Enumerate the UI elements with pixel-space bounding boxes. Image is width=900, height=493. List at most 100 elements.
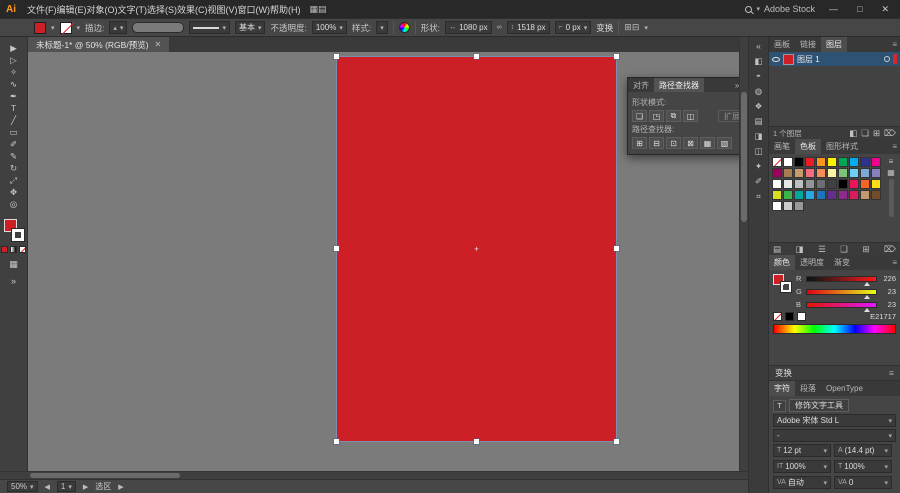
selection-handle[interactable]	[473, 54, 479, 59]
tab-character[interactable]: 字符	[769, 381, 795, 396]
scale-tool[interactable]: ⤢	[3, 174, 25, 186]
stroke-swatch[interactable]	[11, 229, 24, 241]
pencil-tool[interactable]: ✎	[3, 150, 25, 162]
tab-graphic-styles[interactable]: 图形样式	[821, 139, 863, 154]
swatch[interactable]	[794, 179, 804, 189]
selection-handle[interactable]	[334, 246, 339, 251]
black-swatch[interactable]	[785, 312, 794, 321]
swatch[interactable]	[783, 201, 793, 211]
status-flyout-icon[interactable]: ▶	[118, 483, 123, 491]
tab-gradient[interactable]: 渐变	[829, 255, 855, 270]
screen-mode-icon[interactable]: »	[11, 276, 16, 286]
swatch[interactable]	[805, 157, 815, 167]
swatch[interactable]	[783, 168, 793, 178]
more-options-icon[interactable]: ▾	[644, 24, 648, 32]
vertical-scrollbar-thumb[interactable]	[741, 92, 747, 222]
white-swatch[interactable]	[797, 312, 806, 321]
close-button[interactable]: ✕	[876, 4, 894, 15]
swatch[interactable]	[772, 201, 782, 211]
touch-type-button[interactable]: 修饰文字工具	[789, 399, 849, 412]
swatch[interactable]	[871, 157, 881, 167]
swatch[interactable]	[783, 157, 793, 167]
transform-button[interactable]: 变换	[596, 22, 613, 34]
swatch[interactable]	[772, 179, 782, 189]
swatch[interactable]	[838, 157, 848, 167]
none-button[interactable]	[19, 246, 26, 253]
brushes-panel-icon[interactable]: ✐	[751, 175, 767, 187]
brush-preview[interactable]	[132, 22, 185, 33]
document-tab[interactable]: 未标题-1* @ 50% (RGB/预览) ✕	[28, 37, 170, 52]
color-button[interactable]	[1, 246, 8, 253]
color-themes-icon[interactable]: ◨	[796, 244, 804, 255]
character-field-right[interactable]: T 100% ▾	[834, 460, 892, 473]
exclude-icon[interactable]: ◫	[683, 110, 698, 122]
stroke-width-field[interactable]: ▴ ▾	[109, 21, 128, 34]
swatch[interactable]	[772, 190, 782, 200]
crop-icon[interactable]: ⊠	[683, 137, 698, 149]
tab-align[interactable]: 对齐	[628, 78, 654, 92]
panel-menu-icon[interactable]: ≡	[892, 255, 900, 270]
menu-item[interactable]: 帮助(H)	[270, 5, 301, 15]
swatch[interactable]	[816, 190, 826, 200]
navigator-panel-icon[interactable]: ⌗	[751, 190, 767, 202]
selection-handle[interactable]	[334, 54, 339, 59]
delete-layer-icon[interactable]: ⌦	[884, 128, 896, 139]
color-slider[interactable]	[806, 301, 877, 312]
zoom-control[interactable]: 50% ▾	[7, 481, 38, 492]
color-spectrum-bar[interactable]	[773, 324, 896, 334]
swatch[interactable]	[838, 190, 848, 200]
layer-thumbnail[interactable]	[783, 53, 794, 65]
restore-button[interactable]: □	[852, 4, 867, 14]
stroke-swatch[interactable]	[781, 282, 791, 292]
menu-item[interactable]: 窗口(W)	[238, 5, 271, 15]
swatch[interactable]	[794, 201, 804, 211]
panel-menu-icon[interactable]: ≡	[892, 139, 900, 154]
previous-artboard-icon[interactable]: ◀	[45, 483, 50, 491]
canvas[interactable]: + 对齐 路径查找器 » ≡	[28, 52, 739, 471]
transparency-panel-icon[interactable]: ◫	[751, 145, 767, 157]
panel-menu-icon[interactable]: ≡	[889, 368, 894, 378]
swatch[interactable]	[816, 179, 826, 189]
character-field-right[interactable]: VA 0 ▾	[834, 476, 892, 489]
swatch[interactable]	[860, 190, 870, 200]
layer-row[interactable]: 图层 1	[769, 52, 900, 66]
artboard[interactable]: +	[334, 54, 619, 444]
grid-view-icon[interactable]: ▦	[887, 168, 895, 177]
magic-wand-tool[interactable]: ✧	[3, 66, 25, 78]
intersect-icon[interactable]: ⧉	[666, 110, 681, 122]
workspace-switcher-icon[interactable]: ▤	[318, 4, 327, 14]
selection-handle[interactable]	[473, 439, 479, 444]
fill-caret-icon[interactable]: ▾	[51, 24, 55, 32]
swatch[interactable]	[827, 157, 837, 167]
panel-menu-icon[interactable]: ≡	[892, 37, 900, 52]
fill-stroke-mini[interactable]	[773, 274, 791, 292]
swatch[interactable]	[816, 168, 826, 178]
minimize-button[interactable]: —	[824, 4, 843, 14]
character-field-right[interactable]: A (14.4 pt) ▾	[834, 444, 892, 457]
outline-icon[interactable]: ▦	[700, 137, 715, 149]
show-swatch-kinds-icon[interactable]: ☰	[818, 244, 826, 255]
swatch[interactable]	[849, 190, 859, 200]
horizontal-scrollbar[interactable]	[0, 471, 748, 479]
stroke-color-swatch[interactable]	[59, 21, 72, 34]
gradient-panel-icon[interactable]: ◨	[751, 130, 767, 142]
graphic-styles-panel-icon[interactable]: ❖	[751, 100, 767, 112]
menu-item[interactable]: 文字(T)	[118, 5, 148, 15]
swatch[interactable]	[871, 179, 881, 189]
next-artboard-icon[interactable]: ▶	[83, 483, 88, 491]
list-view-icon[interactable]: ≡	[889, 157, 894, 166]
tab-links[interactable]: 链接	[795, 37, 821, 52]
swatch[interactable]	[783, 179, 793, 189]
divide-icon[interactable]: ⊞	[632, 137, 647, 149]
swatch[interactable]	[860, 168, 870, 178]
selection-handle[interactable]	[614, 246, 619, 251]
hand-tool[interactable]: ✥	[3, 186, 25, 198]
swatch[interactable]	[860, 157, 870, 167]
character-field-left[interactable]: T 12 pt ▾	[773, 444, 831, 457]
stroke-caret-icon[interactable]: ▾	[77, 24, 81, 32]
selection-tool[interactable]: ▶	[3, 42, 25, 54]
expand-panels-icon[interactable]: «	[751, 40, 767, 52]
menu-item[interactable]: 视图(V)	[208, 5, 238, 15]
tab-pathfinder[interactable]: 路径查找器	[654, 78, 704, 92]
rotate-tool[interactable]: ↻	[3, 162, 25, 174]
